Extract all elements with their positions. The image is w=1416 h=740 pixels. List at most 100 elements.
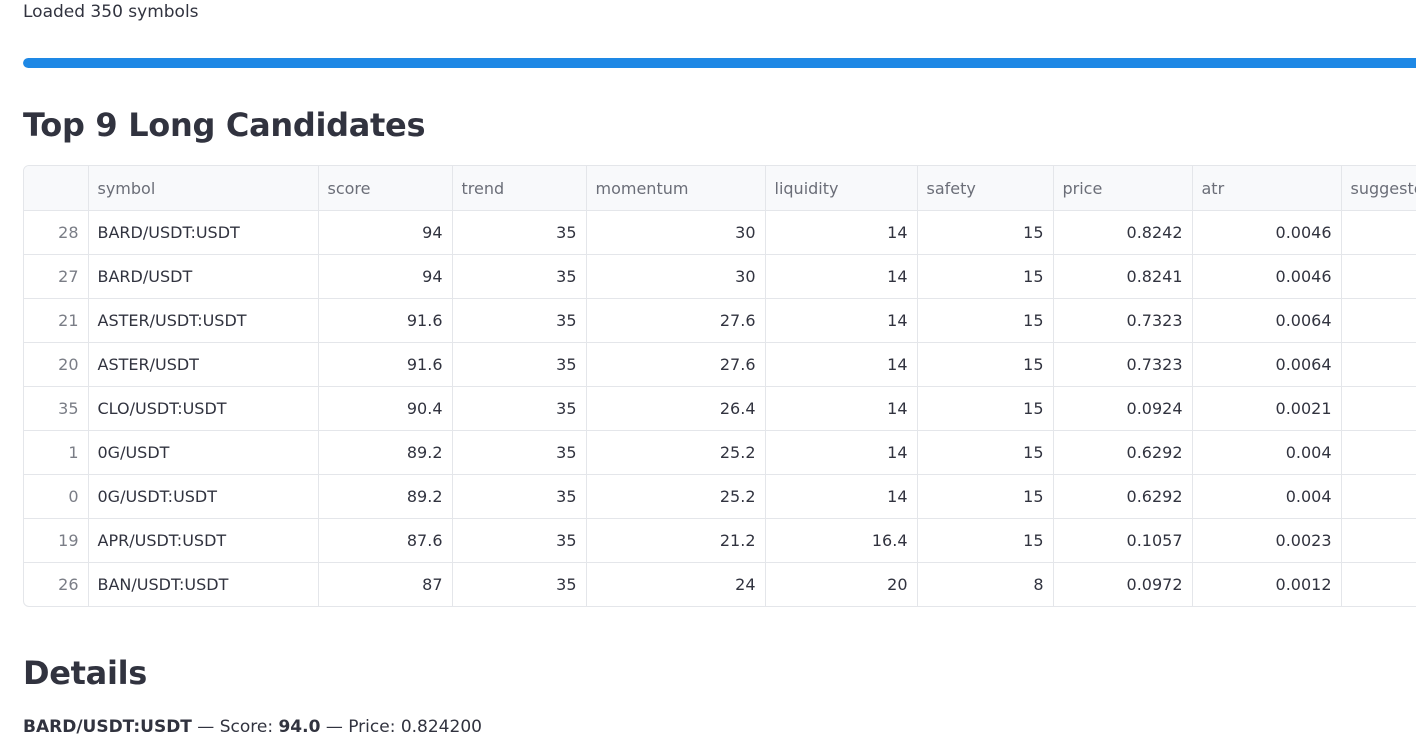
cell-suggested[interactable] <box>1341 298 1416 343</box>
cell-index[interactable]: 0 <box>24 474 89 519</box>
table-row[interactable]: 21 ASTER/USDT:USDT 91.6 35 27.6 14 15 0.7323 0.0… <box>24 298 1416 343</box>
cell-safety[interactable]: 15 <box>917 342 1054 387</box>
column-header-liquidity[interactable]: liquidity <box>765 166 918 211</box>
cell-safety[interactable]: 15 <box>917 298 1054 343</box>
cell-momentum[interactable]: 30 <box>586 210 766 255</box>
cell-index[interactable]: 20 <box>24 342 89 387</box>
column-header-symbol[interactable]: symbol <box>88 166 319 211</box>
cell-atr[interactable]: 0.0021 <box>1192 386 1342 431</box>
cell-atr[interactable]: 0.0064 <box>1192 342 1342 387</box>
cell-score[interactable]: 90.4 <box>318 386 453 431</box>
cell-safety[interactable]: 15 <box>917 518 1054 563</box>
cell-atr[interactable]: 0.0023 <box>1192 518 1342 563</box>
cell-suggested[interactable] <box>1341 474 1416 519</box>
table-row[interactable]: 26 BAN/USDT:USDT 87 35 24 20 8 0.0972 0.0012 <box>24 562 1416 606</box>
cell-safety[interactable]: 15 <box>917 474 1054 519</box>
cell-score[interactable]: 94 <box>318 210 453 255</box>
cell-price[interactable]: 0.1057 <box>1053 518 1193 563</box>
cell-momentum[interactable]: 24 <box>586 562 766 606</box>
cell-suggested[interactable] <box>1341 430 1416 475</box>
cell-suggested[interactable] <box>1341 562 1416 606</box>
cell-liquidity[interactable]: 14 <box>765 474 918 519</box>
cell-liquidity[interactable]: 20 <box>765 562 918 606</box>
cell-price[interactable]: 0.0972 <box>1053 562 1193 606</box>
cell-index[interactable]: 1 <box>24 430 89 475</box>
column-header-atr[interactable]: atr <box>1192 166 1342 211</box>
cell-trend[interactable]: 35 <box>452 342 587 387</box>
cell-atr[interactable]: 0.0064 <box>1192 298 1342 343</box>
column-header-index[interactable] <box>24 166 89 211</box>
cell-symbol[interactable]: 0G/USDT <box>88 430 319 475</box>
cell-momentum[interactable]: 26.4 <box>586 386 766 431</box>
cell-liquidity[interactable]: 14 <box>765 342 918 387</box>
cell-symbol[interactable]: 0G/USDT:USDT <box>88 474 319 519</box>
cell-score[interactable]: 89.2 <box>318 430 453 475</box>
cell-price[interactable]: 0.7323 <box>1053 342 1193 387</box>
cell-symbol[interactable]: ASTER/USDT <box>88 342 319 387</box>
column-header-safety[interactable]: safety <box>917 166 1054 211</box>
table-row[interactable]: 35 CLO/USDT:USDT 90.4 35 26.4 14 15 0.0924 0.002… <box>24 386 1416 431</box>
cell-liquidity[interactable]: 14 <box>765 254 918 299</box>
cell-safety[interactable]: 8 <box>917 562 1054 606</box>
cell-index[interactable]: 21 <box>24 298 89 343</box>
cell-index[interactable]: 26 <box>24 562 89 606</box>
cell-trend[interactable]: 35 <box>452 210 587 255</box>
cell-score[interactable]: 91.6 <box>318 342 453 387</box>
cell-momentum[interactable]: 25.2 <box>586 474 766 519</box>
cell-price[interactable]: 0.0924 <box>1053 386 1193 431</box>
cell-liquidity[interactable]: 14 <box>765 386 918 431</box>
cell-liquidity[interactable]: 16.4 <box>765 518 918 563</box>
cell-momentum[interactable]: 30 <box>586 254 766 299</box>
cell-price[interactable]: 0.7323 <box>1053 298 1193 343</box>
column-header-score[interactable]: score <box>318 166 453 211</box>
column-header-price[interactable]: price <box>1053 166 1193 211</box>
cell-price[interactable]: 0.6292 <box>1053 430 1193 475</box>
cell-score[interactable]: 94 <box>318 254 453 299</box>
cell-symbol[interactable]: BARD/USDT:USDT <box>88 210 319 255</box>
cell-symbol[interactable]: CLO/USDT:USDT <box>88 386 319 431</box>
cell-symbol[interactable]: BARD/USDT <box>88 254 319 299</box>
cell-index[interactable]: 19 <box>24 518 89 563</box>
cell-score[interactable]: 89.2 <box>318 474 453 519</box>
cell-suggested[interactable] <box>1341 342 1416 387</box>
cell-safety[interactable]: 15 <box>917 254 1054 299</box>
cell-safety[interactable]: 15 <box>917 386 1054 431</box>
cell-score[interactable]: 91.6 <box>318 298 453 343</box>
cell-suggested[interactable] <box>1341 386 1416 431</box>
cell-liquidity[interactable]: 14 <box>765 430 918 475</box>
table-row[interactable]: 0 0G/USDT:USDT 89.2 35 25.2 14 15 0.6292 0.004 <box>24 474 1416 519</box>
candidates-table[interactable]: symbol score trend momentum liquidity safety p… <box>23 165 1416 607</box>
cell-atr[interactable]: 0.004 <box>1192 430 1342 475</box>
table-row[interactable]: 27 BARD/USDT 94 35 30 14 15 0.8241 0.0046 <box>24 254 1416 299</box>
cell-atr[interactable]: 0.0046 <box>1192 254 1342 299</box>
cell-price[interactable]: 0.8242 <box>1053 210 1193 255</box>
cell-momentum[interactable]: 21.2 <box>586 518 766 563</box>
cell-trend[interactable]: 35 <box>452 474 587 519</box>
cell-suggested[interactable] <box>1341 518 1416 563</box>
cell-suggested[interactable] <box>1341 210 1416 255</box>
cell-index[interactable]: 35 <box>24 386 89 431</box>
column-header-momentum[interactable]: momentum <box>586 166 766 211</box>
cell-score[interactable]: 87.6 <box>318 518 453 563</box>
cell-price[interactable]: 0.6292 <box>1053 474 1193 519</box>
cell-index[interactable]: 28 <box>24 210 89 255</box>
cell-atr[interactable]: 0.004 <box>1192 474 1342 519</box>
column-header-trend[interactable]: trend <box>452 166 587 211</box>
cell-safety[interactable]: 15 <box>917 430 1054 475</box>
cell-symbol[interactable]: BAN/USDT:USDT <box>88 562 319 606</box>
cell-symbol[interactable]: APR/USDT:USDT <box>88 518 319 563</box>
cell-trend[interactable]: 35 <box>452 518 587 563</box>
cell-atr[interactable]: 0.0012 <box>1192 562 1342 606</box>
cell-trend[interactable]: 35 <box>452 254 587 299</box>
cell-trend[interactable]: 35 <box>452 298 587 343</box>
cell-suggested[interactable] <box>1341 254 1416 299</box>
cell-trend[interactable]: 35 <box>452 562 587 606</box>
cell-index[interactable]: 27 <box>24 254 89 299</box>
cell-price[interactable]: 0.8241 <box>1053 254 1193 299</box>
table-row[interactable]: 28 BARD/USDT:USDT 94 35 30 14 15 0.8242 0.0046 <box>24 210 1416 255</box>
cell-trend[interactable]: 35 <box>452 386 587 431</box>
cell-momentum[interactable]: 27.6 <box>586 298 766 343</box>
cell-trend[interactable]: 35 <box>452 430 587 475</box>
cell-momentum[interactable]: 27.6 <box>586 342 766 387</box>
cell-atr[interactable]: 0.0046 <box>1192 210 1342 255</box>
